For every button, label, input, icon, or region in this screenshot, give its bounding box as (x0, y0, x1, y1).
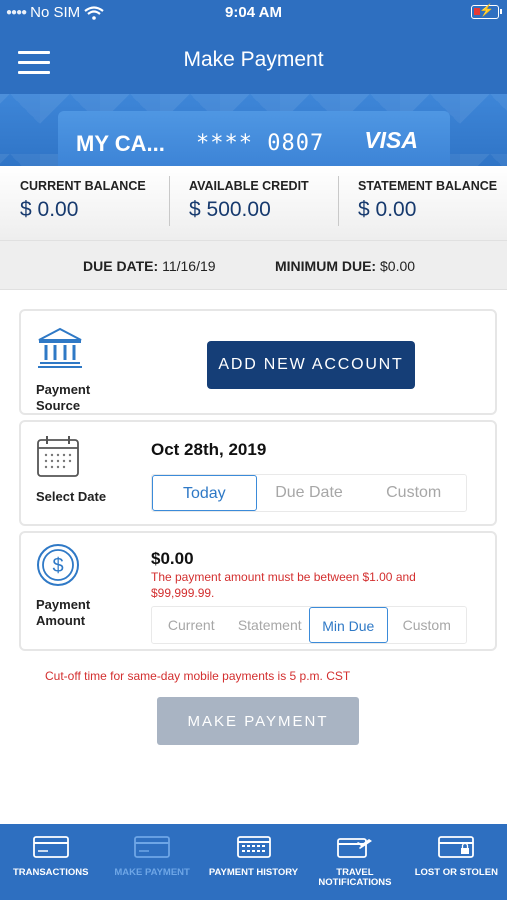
status-bar: ●●●● No SIM 9:04 AM ⚡ (0, 0, 507, 26)
nav-lost-or-stolen-label: LOST OR STOLEN (414, 867, 498, 878)
available-credit: AVAILABLE CREDIT $ 500.00 (169, 166, 338, 240)
battery-icon: ⚡ (471, 3, 502, 19)
select-date-label: Select Date (36, 489, 107, 504)
make-payment-button[interactable]: MAKE PAYMENT (157, 697, 359, 745)
payment-source-col: Payment Source (36, 327, 126, 414)
nav-travel-notifications-label: TRAVEL NOTIFICATIONS (318, 867, 392, 888)
statement-balance: STATEMENT BALANCE $ 0.00 (338, 166, 507, 240)
date-option-today[interactable]: Today (152, 475, 257, 511)
select-date-panel: Select Date Oct 28th, 2019 Today Due Dat… (19, 420, 497, 526)
date-option-due-date[interactable]: Due Date (257, 475, 362, 511)
app-header: Make Payment (0, 26, 507, 94)
select-date-col: Select Date (36, 434, 126, 505)
add-new-account-button[interactable]: ADD NEW ACCOUNT (207, 341, 415, 389)
payment-source-label: Payment Source (36, 382, 91, 413)
amount-option-current[interactable]: Current (152, 607, 231, 643)
cutoff-note: Cut-off time for same-day mobile payment… (45, 669, 351, 683)
amount-option-statement[interactable]: Statement (231, 607, 310, 643)
amount-option-custom[interactable]: Custom (388, 607, 467, 643)
payment-amount-panel: $ Payment Amount $0.00 The payment amoun… (19, 531, 497, 651)
date-option-custom[interactable]: Custom (361, 475, 466, 511)
nav-lost-or-stolen[interactable]: LOST OR STOLEN (406, 824, 507, 900)
payment-amount-value[interactable]: $0.00 (151, 549, 194, 569)
current-balance-value: $ 0.00 (20, 198, 79, 221)
due-date: DUE DATE: 11/16/19 (83, 258, 216, 274)
card-banner: MY CA... **** 0807 VISA (0, 94, 507, 166)
nav-payment-history-label: PAYMENT HISTORY (208, 867, 299, 878)
available-credit-label: AVAILABLE CREDIT (189, 179, 309, 193)
statement-balance-value: $ 0.00 (358, 198, 417, 221)
dollar-icon: $ (37, 544, 79, 586)
minimum-due-value: $0.00 (380, 258, 416, 274)
nav-transactions[interactable]: TRANSACTIONS (0, 824, 101, 900)
payment-amount-label: Payment Amount (36, 597, 91, 628)
clock: 9:04 AM (225, 4, 282, 21)
current-balance: CURRENT BALANCE $ 0.00 (0, 166, 169, 240)
balance-summary: CURRENT BALANCE $ 0.00 AVAILABLE CREDIT … (0, 166, 507, 240)
airplane-card-icon (336, 835, 374, 859)
amount-segmented-control: Current Statement Min Due Custom (151, 606, 467, 644)
due-date-value: 11/16/19 (162, 258, 216, 274)
minimum-due: MINIMUM DUE: $0.00 (275, 258, 415, 274)
amount-option-min-due[interactable]: Min Due (309, 607, 388, 643)
credit-card[interactable]: MY CA... **** 0807 VISA (58, 111, 450, 166)
calendar-icon (37, 436, 79, 477)
date-segmented-control: Today Due Date Custom (151, 474, 467, 512)
calendar-card-icon (235, 835, 273, 859)
card-number: **** 0807 (196, 131, 325, 156)
payment-amount-col: $ Payment Amount (36, 543, 126, 629)
page-title: Make Payment (183, 48, 324, 71)
available-credit-value: $ 500.00 (189, 198, 271, 221)
statement-balance-label: STATEMENT BALANCE (358, 179, 498, 193)
lock-card-icon (437, 835, 475, 859)
nav-transactions-label: TRANSACTIONS (12, 867, 89, 878)
amount-error-message: The payment amount must be between $1.00… (151, 570, 416, 600)
selected-date: Oct 28th, 2019 (151, 440, 267, 459)
svg-text:$: $ (52, 555, 63, 577)
payment-source-panel: Payment Source ADD NEW ACCOUNT (19, 309, 497, 415)
nav-travel-notifications[interactable]: TRAVEL NOTIFICATIONS (304, 824, 405, 900)
payment-card-icon (133, 835, 171, 859)
nav-make-payment-label: MAKE PAYMENT (114, 867, 190, 878)
visa-logo: VISA (364, 127, 418, 153)
due-date-label: DUE DATE: (83, 258, 159, 274)
nav-payment-history[interactable]: PAYMENT HISTORY (203, 824, 304, 900)
bottom-nav: TRANSACTIONS MAKE PAYMENT PAYMENT HISTOR… (0, 824, 507, 900)
due-info: DUE DATE: 11/16/19 MINIMUM DUE: $0.00 (0, 240, 507, 290)
current-balance-label: CURRENT BALANCE (20, 179, 146, 193)
minimum-due-label: MINIMUM DUE: (275, 258, 377, 274)
bank-icon (38, 327, 82, 368)
card-icon (32, 835, 70, 859)
card-name: MY CA... (76, 131, 165, 156)
nav-make-payment[interactable]: MAKE PAYMENT (101, 824, 202, 900)
